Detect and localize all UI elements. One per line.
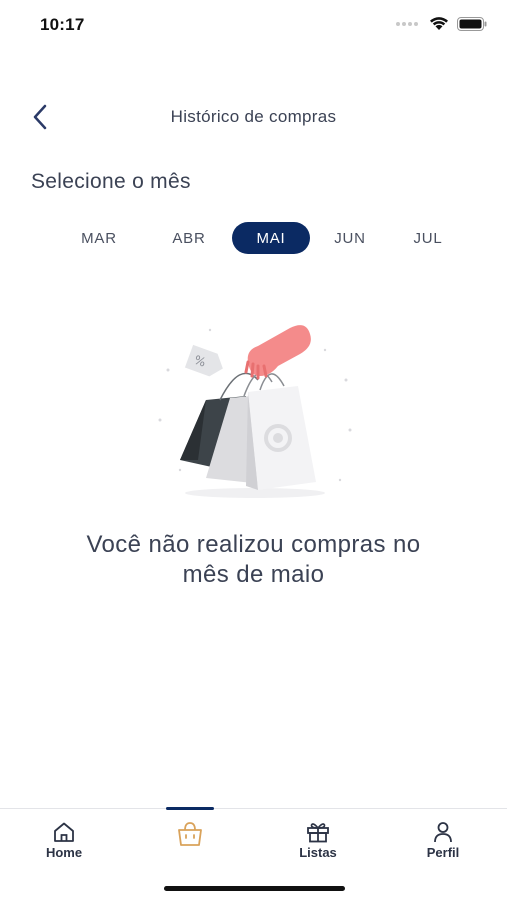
month-tab-jun[interactable]: JUN (311, 222, 389, 254)
nav-listas-label: Listas (299, 845, 337, 860)
status-time: 10:17 (40, 15, 85, 34)
user-icon (434, 822, 452, 843)
home-icon (54, 822, 74, 842)
active-tab-indicator (166, 807, 214, 810)
gift-icon (307, 823, 329, 843)
nav-home[interactable]: Home (19, 821, 109, 860)
month-tab-mai[interactable]: MAI (232, 222, 310, 254)
nav-listas[interactable]: Listas (273, 821, 363, 860)
nav-purchases[interactable] (145, 821, 235, 847)
month-tab-mar[interactable]: MAR (60, 222, 138, 254)
page-title: Histórico de compras (170, 107, 337, 126)
empty-state-message: Você não realizou compras no mês de maio (0, 530, 507, 590)
battery-icon (457, 16, 487, 31)
empty-state-line-2: mês de maio (182, 561, 325, 588)
month-selector: MAR ABR MAI JUN JUL (0, 222, 507, 254)
discount-tag: % (184, 344, 223, 377)
empty-shopping-illustration: % (158, 325, 352, 498)
month-tab-jul[interactable]: JUL (389, 222, 467, 254)
nav-perfil-label: Perfil (426, 845, 460, 860)
nav-home-label: Home (45, 845, 83, 860)
status-bar: 10:17 (0, 0, 507, 50)
signal-icon (396, 21, 418, 26)
shopping-bag-icon (178, 822, 202, 846)
nav-perfil[interactable]: Perfil (398, 821, 488, 860)
month-tab-abr[interactable]: ABR (150, 222, 228, 254)
home-indicator (164, 886, 345, 891)
status-icons (395, 16, 487, 31)
header: Histórico de compras (0, 95, 507, 140)
select-month-label: Selecione o mês (31, 170, 191, 193)
wifi-icon (430, 17, 448, 30)
empty-state-line-1: Você não realizou compras no (86, 531, 421, 558)
